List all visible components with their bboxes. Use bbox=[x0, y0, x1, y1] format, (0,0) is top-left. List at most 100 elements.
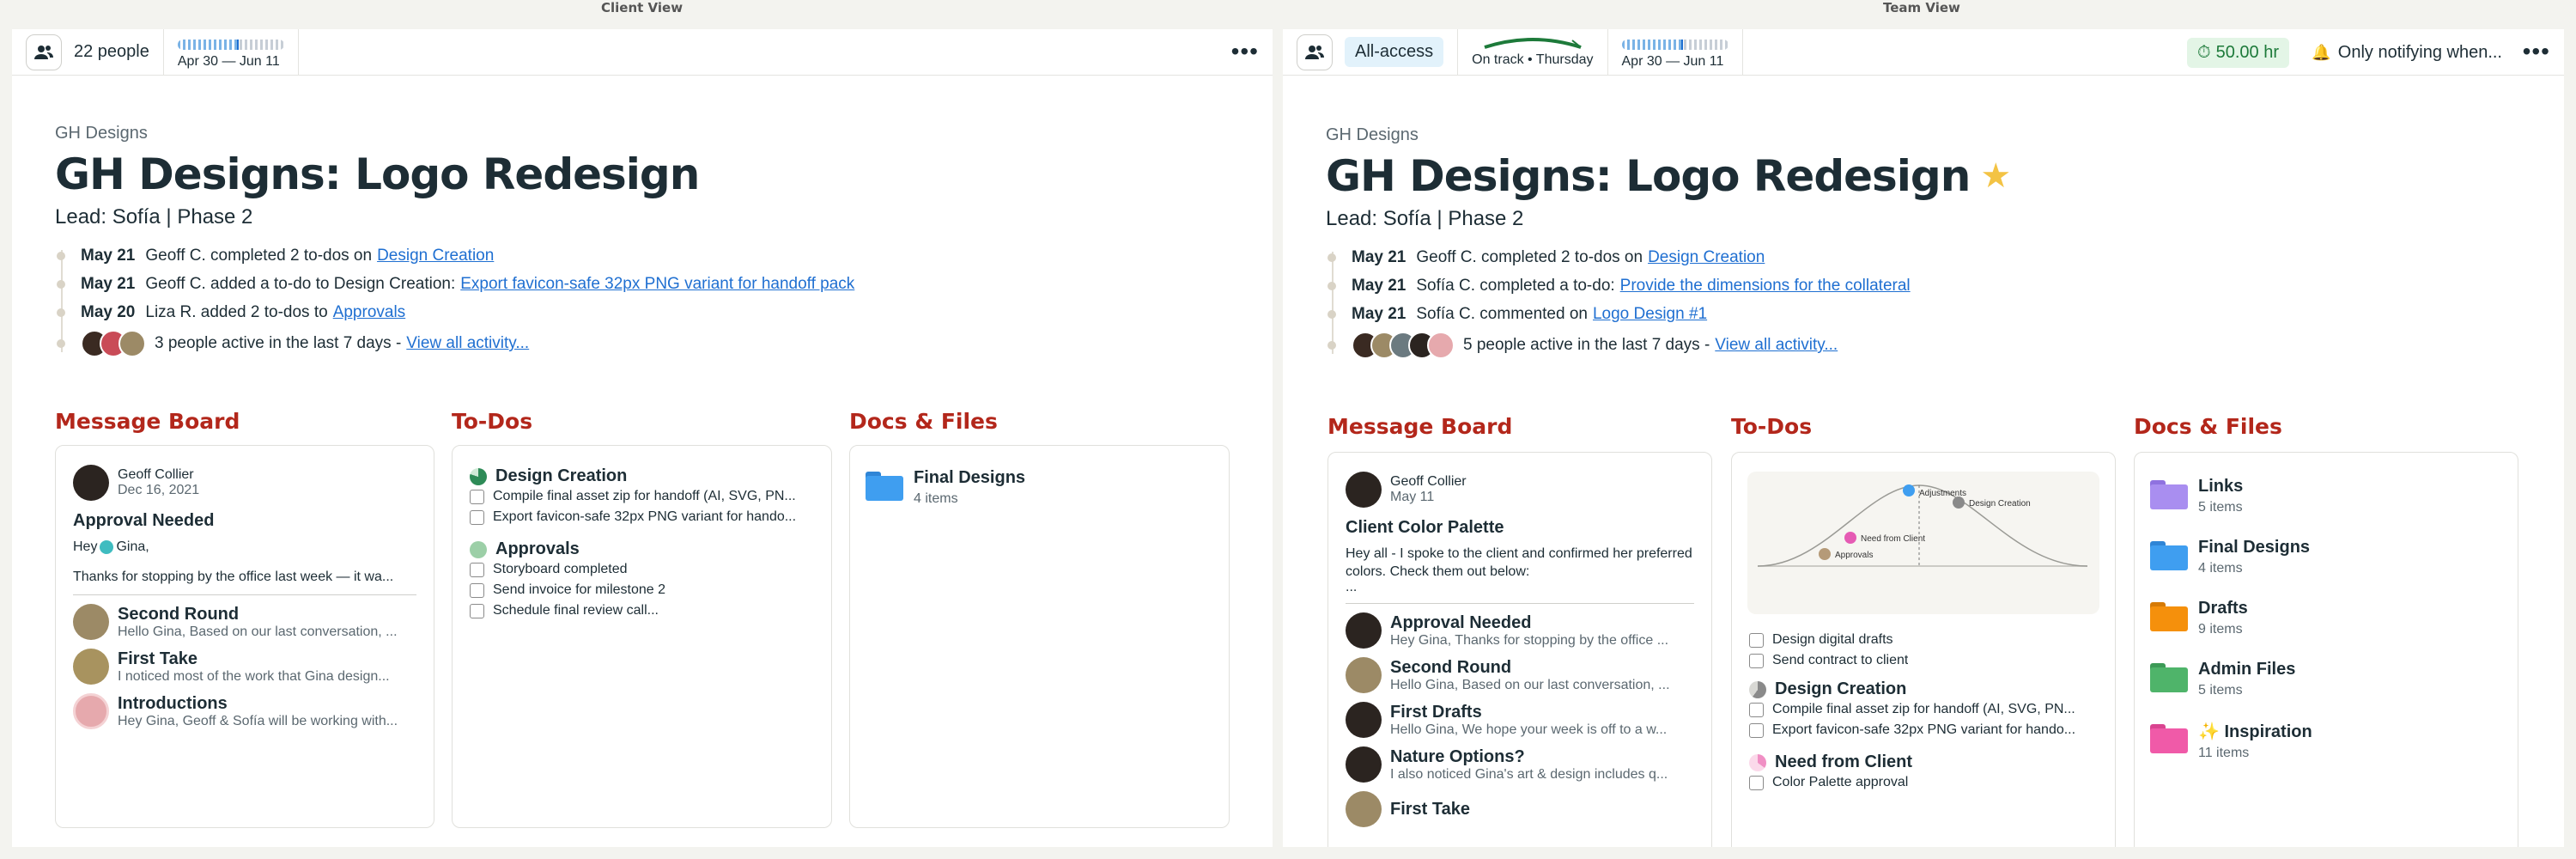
folder-drafts[interactable]: Drafts 9 items bbox=[2150, 599, 2502, 637]
schedule-progress-fill bbox=[1621, 40, 1681, 50]
avatar bbox=[1346, 746, 1382, 783]
folder-name: Drafts bbox=[2198, 599, 2248, 618]
hill-dot-approvals[interactable] bbox=[1819, 548, 1831, 560]
docs-files-card[interactable]: Links 5 items Final Designs 4 items Drafts… bbox=[2134, 452, 2518, 847]
docs-files-card[interactable]: Final Designs 4 items bbox=[849, 445, 1230, 828]
folder-count: 4 items bbox=[914, 491, 958, 506]
activity-date: May 21 bbox=[81, 246, 136, 265]
message-board-title[interactable]: Message Board bbox=[1327, 414, 1512, 439]
message-board-card[interactable]: Geoff Collier Dec 16, 2021 Approval Need… bbox=[55, 445, 434, 828]
activity-feed: May 21 Geoff C. completed 2 to-dos on De… bbox=[1326, 243, 2521, 362]
access-button[interactable]: All-access bbox=[1283, 29, 1459, 76]
checkbox[interactable] bbox=[1749, 632, 1764, 648]
activity-link[interactable]: Design Creation bbox=[1648, 248, 1765, 267]
message-item[interactable]: Second Round Hello Gina, Based on our las… bbox=[1346, 657, 1694, 693]
folder-name: Admin Files bbox=[2198, 660, 2296, 679]
people-button[interactable]: 22 people bbox=[12, 29, 164, 76]
activity-link[interactable]: Approvals bbox=[333, 303, 406, 322]
hours-badge[interactable]: ⏱ 50.00 hr bbox=[2187, 38, 2289, 68]
message-board-card[interactable]: Geoff Collier May 11 Client Color Palett… bbox=[1327, 452, 1712, 847]
message-snippet: I noticed most of the work that Gina des… bbox=[118, 668, 390, 684]
featured-message-title[interactable]: Client Color Palette bbox=[1346, 518, 1694, 538]
todo-item[interactable]: Schedule final review call... bbox=[470, 600, 814, 621]
checkbox[interactable] bbox=[470, 509, 484, 525]
todo-item[interactable]: Export favicon-safe 32px PNG variant for… bbox=[1749, 720, 2098, 740]
activity-link[interactable]: Provide the dimensions for the collatera… bbox=[1620, 277, 1911, 295]
client-project-header: GH Designs GH Designs: Logo Redesign Lea… bbox=[55, 124, 1230, 361]
todo-list-name: Design Creation bbox=[495, 466, 628, 485]
checkbox[interactable] bbox=[470, 562, 484, 577]
hill-dot-adjustments[interactable] bbox=[1903, 484, 1915, 497]
notification-setting[interactable]: 🔔 Only notifying when... bbox=[2312, 43, 2502, 63]
todo-item[interactable]: Send contract to client bbox=[1749, 650, 2098, 671]
todo-list-name: Design Creation bbox=[1775, 679, 1907, 698]
schedule-progress[interactable]: Apr 30 — Jun 11 bbox=[164, 29, 299, 76]
message-board-title[interactable]: Message Board bbox=[55, 409, 240, 434]
message-item[interactable]: First Drafts Hello Gina, We hope your wee… bbox=[1346, 702, 1694, 738]
todo-list-approvals[interactable]: Approvals bbox=[470, 539, 814, 559]
folder-final-designs[interactable]: Final Designs 4 items bbox=[2150, 538, 2502, 576]
todo-item[interactable]: Export favicon-safe 32px PNG variant for… bbox=[470, 507, 814, 527]
view-all-activity-link[interactable]: View all activity... bbox=[1715, 336, 1838, 355]
folder-count: 5 items bbox=[2198, 683, 2243, 698]
folder-links[interactable]: Links 5 items bbox=[2150, 477, 2502, 515]
folder-inspiration[interactable]: ✨ Inspiration 11 items bbox=[2150, 721, 2502, 761]
star-icon[interactable]: ★ bbox=[1980, 150, 2011, 202]
todo-text: Schedule final review call... bbox=[493, 603, 659, 618]
checkbox[interactable] bbox=[470, 489, 484, 504]
avatar bbox=[73, 693, 109, 729]
todo-list-design-creation[interactable]: Design Creation bbox=[470, 466, 814, 486]
todo-item[interactable]: Compile final asset zip for handoff (AI,… bbox=[470, 486, 814, 507]
message-item[interactable]: Second Round Hello Gina, Based on our las… bbox=[73, 604, 416, 640]
more-icon[interactable]: ••• bbox=[2523, 38, 2550, 65]
activity-text: Geoff C. completed 2 to-dos on bbox=[1416, 247, 1643, 266]
todos-title[interactable]: To-Dos bbox=[452, 409, 532, 434]
folder-final-designs[interactable]: Final Designs 4 items bbox=[866, 468, 1213, 507]
hill-dot-need-from-client[interactable] bbox=[1844, 532, 1856, 544]
todo-item[interactable]: Compile final asset zip for handoff (AI,… bbox=[1749, 699, 2098, 720]
checkbox[interactable] bbox=[1749, 775, 1764, 790]
active-avatars[interactable] bbox=[1352, 332, 1455, 359]
folder-admin-files[interactable]: Admin Files 5 items bbox=[2150, 660, 2502, 698]
todo-item[interactable]: Color Palette approval bbox=[1749, 772, 2098, 793]
message-item[interactable]: Introductions Hey Gina, Geoff & Sofía wil… bbox=[73, 693, 416, 729]
message-item[interactable]: First Take bbox=[1346, 791, 1694, 827]
todo-list-design-creation[interactable]: Design Creation bbox=[1749, 679, 2098, 699]
more-icon[interactable]: ••• bbox=[1231, 38, 1259, 65]
schedule-progress[interactable]: Apr 30 — Jun 11 bbox=[1608, 29, 1743, 76]
todo-item[interactable]: Storyboard completed bbox=[470, 559, 814, 580]
docs-files-title[interactable]: Docs & Files bbox=[2134, 414, 2282, 439]
activity-link[interactable]: Export favicon-safe 32px PNG variant for… bbox=[460, 275, 854, 294]
schedule-progress-fill bbox=[177, 40, 238, 50]
checkbox[interactable] bbox=[1749, 653, 1764, 668]
hill-chart[interactable]: Adjustments Design Creation Need from Cl… bbox=[1747, 472, 2099, 614]
checkbox[interactable] bbox=[470, 603, 484, 618]
activity-link[interactable]: Design Creation bbox=[377, 247, 494, 265]
checkbox[interactable] bbox=[470, 582, 484, 598]
on-track-status[interactable]: On track • Thursday bbox=[1458, 29, 1608, 76]
hill-dot-design-creation[interactable] bbox=[1953, 497, 1965, 509]
view-all-activity-link[interactable]: View all activity... bbox=[406, 334, 529, 353]
todos-title[interactable]: To-Dos bbox=[1731, 414, 1812, 439]
todo-item[interactable]: Design digital drafts bbox=[1749, 630, 2098, 650]
message-item[interactable]: Nature Options? I also noticed Gina's art… bbox=[1346, 746, 1694, 783]
docs-files-title[interactable]: Docs & Files bbox=[849, 409, 998, 434]
activity-date: May 21 bbox=[1352, 247, 1406, 266]
active-avatars[interactable] bbox=[81, 330, 146, 357]
message-item[interactable]: Approval Needed Hey Gina, Thanks for stop… bbox=[1346, 612, 1694, 649]
checkbox[interactable] bbox=[1749, 702, 1764, 717]
active-people-text: 5 people active in the last 7 days - bbox=[1463, 336, 1710, 354]
message-item[interactable]: First Take I noticed most of the work tha… bbox=[73, 649, 416, 685]
activity-link[interactable]: Logo Design #1 bbox=[1593, 305, 1707, 324]
activity-text: Liza R. added 2 to-dos to bbox=[145, 302, 328, 321]
client-topbar: 22 people Apr 30 — Jun 11 ••• bbox=[12, 29, 1273, 76]
todo-item[interactable]: Send invoice for milestone 2 bbox=[470, 580, 814, 600]
message-title: Second Round bbox=[118, 604, 240, 624]
todo-list-need-from-client[interactable]: Need from Client bbox=[1749, 752, 2098, 772]
avatar bbox=[1346, 472, 1382, 508]
todos-card[interactable]: Design Creation Compile final asset zip … bbox=[452, 445, 832, 828]
activity-text: Sofía C. completed a to-do: bbox=[1416, 276, 1615, 295]
todos-card[interactable]: Adjustments Design Creation Need from Cl… bbox=[1731, 452, 2116, 847]
featured-message-title[interactable]: Approval Needed bbox=[73, 511, 416, 531]
checkbox[interactable] bbox=[1749, 722, 1764, 738]
